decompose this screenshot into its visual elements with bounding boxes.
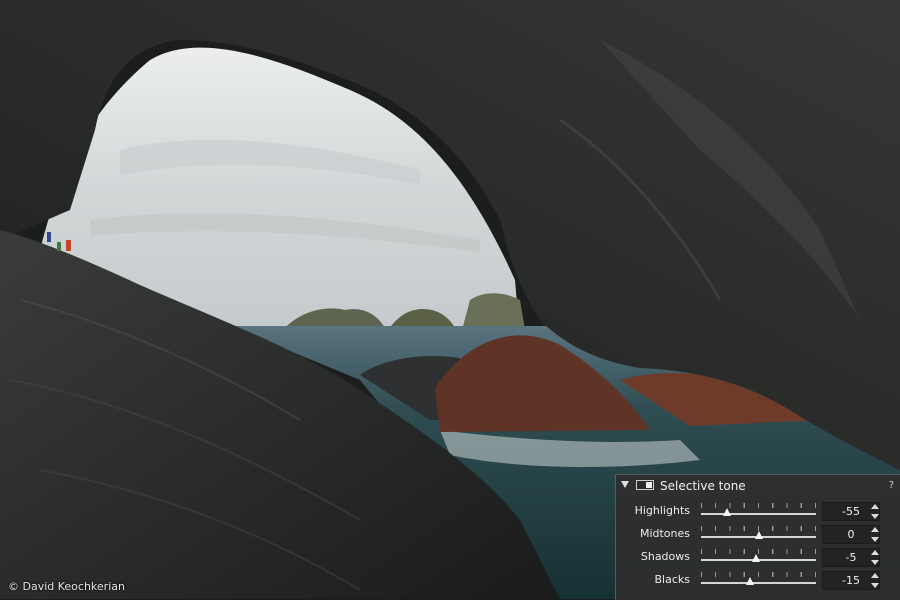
panel-header: Selective tone ?: [616, 475, 900, 497]
midtones-row: Midtones 0: [616, 524, 900, 546]
decrement-icon[interactable]: [871, 560, 879, 565]
blacks-slider[interactable]: [701, 570, 816, 592]
highlights-label: Highlights: [634, 504, 690, 517]
highlights-slider[interactable]: [701, 501, 816, 523]
slider-ticks: [701, 503, 816, 508]
decrement-icon[interactable]: [871, 537, 879, 542]
shadows-label: Shadows: [640, 550, 690, 563]
increment-icon[interactable]: [871, 504, 879, 509]
photo-credit: © David Keochkerian: [8, 580, 125, 593]
help-icon[interactable]: ?: [889, 480, 894, 491]
selective-tone-panel: Selective tone ? Highlights -55 Midtones…: [615, 474, 900, 600]
panel-title: Selective tone: [660, 479, 746, 493]
slider-ticks: [701, 572, 816, 577]
shadows-spinner[interactable]: [870, 548, 880, 567]
slider-track: [701, 582, 816, 584]
shadows-slider[interactable]: [701, 547, 816, 569]
increment-icon[interactable]: [871, 550, 879, 555]
enable-toggle[interactable]: [636, 480, 654, 490]
blacks-row: Blacks -15: [616, 570, 900, 592]
highlights-slider-thumb[interactable]: [722, 508, 731, 516]
blacks-label: Blacks: [654, 573, 691, 586]
shadows-row: Shadows -5: [616, 547, 900, 569]
blacks-slider-thumb[interactable]: [745, 577, 754, 585]
midtones-label: Midtones: [639, 527, 690, 540]
highlights-row: Highlights -55: [616, 501, 900, 523]
highlights-spinner[interactable]: [870, 502, 880, 521]
midtones-spinner[interactable]: [870, 525, 880, 544]
midtones-slider[interactable]: [701, 524, 816, 546]
collapse-triangle-icon[interactable]: [621, 481, 629, 488]
blacks-spinner[interactable]: [870, 571, 880, 590]
decrement-icon[interactable]: [871, 514, 879, 519]
shadows-slider-thumb[interactable]: [751, 554, 760, 562]
decrement-icon[interactable]: [871, 583, 879, 588]
midtones-slider-thumb[interactable]: [754, 531, 763, 539]
slider-track: [701, 513, 816, 515]
increment-icon[interactable]: [871, 573, 879, 578]
increment-icon[interactable]: [871, 527, 879, 532]
